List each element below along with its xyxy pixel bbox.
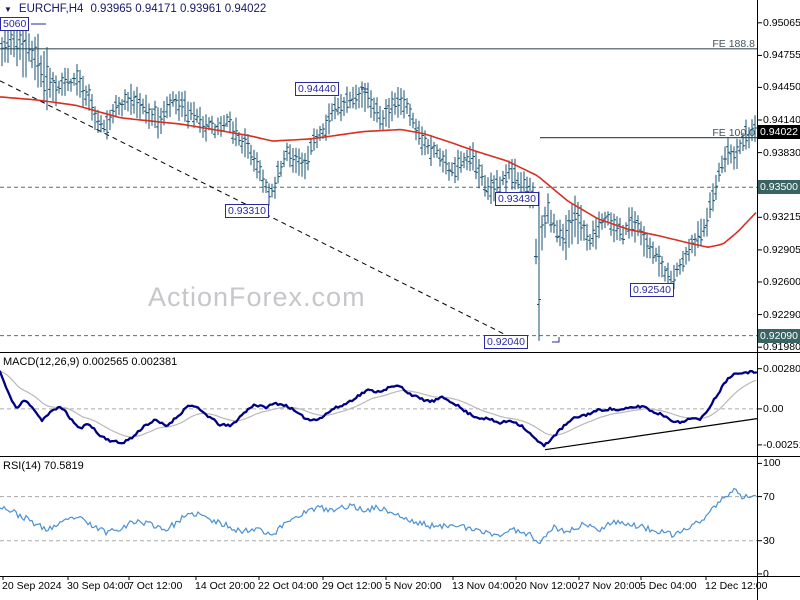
time-axis-label: 29 Oct 12:00	[322, 580, 383, 592]
time-axis-label: 14 Oct 20:00	[195, 580, 256, 592]
time-axis-label: 30 Sep 04:00	[67, 580, 130, 592]
price-mark: 0.94440	[295, 82, 339, 96]
price-level-badge: 0.92090	[758, 328, 800, 343]
price-mark: 0.92040	[484, 335, 528, 349]
time-axis-label: 5 Dec 04:00	[640, 580, 697, 592]
current-price-badge: 0.94022	[758, 125, 800, 140]
price-level-badge: 0.93500	[758, 180, 800, 195]
macd-title: MACD(12,26,9) 0.002565 0.002381	[3, 356, 178, 368]
price-mark: 0.93310	[225, 204, 269, 218]
time-axis-label: 20 Sep 2024	[2, 580, 62, 592]
price-mark: 5060	[0, 17, 30, 31]
rsi-axis-tick: 100	[763, 457, 781, 470]
time-axis-label: 5 Nov 20:00	[385, 580, 442, 592]
fib-extension-label: FE 100.0	[712, 127, 755, 139]
price-mark: 0.92540	[630, 283, 674, 297]
time-axis-label: 22 Oct 04:00	[258, 580, 319, 592]
rsi-title: RSI(14) 70.5819	[3, 460, 84, 472]
chevron-down-icon[interactable]: ▼	[4, 4, 12, 15]
rsi-axis-tick: 0	[763, 567, 769, 580]
time-axis-label: 20 Nov 12:00	[515, 580, 578, 592]
chart-window: ActionForex.com ▼ EURCHF,H4 0.93965 0.94…	[0, 0, 800, 600]
macd-axis-tick: -0.002518	[763, 438, 800, 451]
fib-extension-label: FE 188.8	[712, 38, 755, 50]
symbol-title-bar: ▼ EURCHF,H4 0.93965 0.94171 0.93961 0.94…	[4, 3, 266, 15]
main-axis-tick: 0.94450	[763, 81, 800, 94]
macd-axis-tick: 0.002807	[763, 362, 800, 375]
ohlc-quote: 0.93965 0.94171 0.93961 0.94022	[90, 3, 267, 15]
price-mark: 0.93430	[495, 192, 539, 206]
rsi-axis-tick: 30	[763, 534, 775, 547]
chart-canvas[interactable]	[0, 0, 800, 600]
main-axis-tick: 0.92290	[763, 308, 800, 321]
main-axis-tick: 0.94755	[763, 49, 800, 62]
rsi-axis-tick: 70	[763, 490, 775, 503]
main-axis-tick: 0.95065	[763, 16, 800, 29]
main-axis-tick: 0.92600	[763, 275, 800, 288]
symbol-label: EURCHF,H4	[18, 3, 84, 15]
time-axis-label: 7 Oct 12:00	[128, 580, 183, 592]
main-axis-tick: 0.93215	[763, 211, 800, 224]
time-axis-label: 12 Dec 12:00	[705, 580, 768, 592]
time-axis-label: 13 Nov 04:00	[452, 580, 515, 592]
main-axis-tick: 0.92905	[763, 243, 800, 256]
main-axis-tick: 0.93830	[763, 146, 800, 159]
time-axis-label: 27 Nov 20:00	[578, 580, 641, 592]
macd-axis-tick: 0.00	[763, 402, 784, 415]
